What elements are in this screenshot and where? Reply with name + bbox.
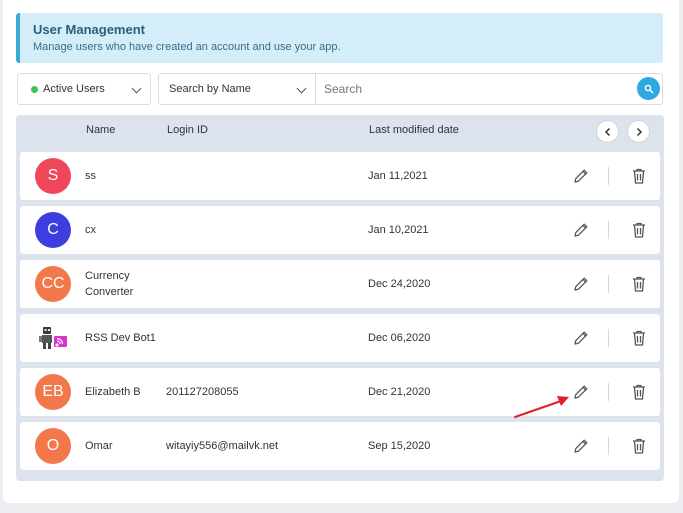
avatar: O (35, 428, 71, 464)
users-table: Name Login ID Last modified date S ss Ja… (16, 115, 664, 481)
prev-page-button[interactable] (596, 120, 619, 143)
user-name: RSS Dev Bot1 (85, 332, 156, 344)
search-by-label: Search by Name (169, 83, 251, 95)
last-modified-date: Sep 15,2020 (368, 440, 431, 452)
trash-icon (633, 330, 645, 346)
last-modified-date: Dec 21,2020 (368, 386, 431, 398)
edit-button[interactable] (570, 273, 592, 295)
edit-button[interactable] (570, 219, 592, 241)
chevron-down-icon (296, 83, 307, 94)
pencil-icon (574, 169, 588, 183)
user-login-id: 201127208055 (166, 386, 239, 398)
page-subtitle: Manage users who have created an account… (33, 41, 341, 53)
pencil-icon (574, 223, 588, 237)
table-row: CC Currency Converter Dec 24,2020 (20, 260, 660, 308)
table-row: C cx Jan 10,2021 (20, 206, 660, 254)
active-status-dot (31, 85, 38, 93)
search-input[interactable] (315, 73, 663, 105)
table-header: Name Login ID Last modified date (16, 115, 664, 147)
user-status-label: Active Users (43, 83, 105, 95)
avatar: C (35, 212, 71, 248)
delete-button[interactable] (628, 435, 650, 457)
search-icon (644, 84, 653, 93)
action-divider (608, 221, 609, 239)
delete-button[interactable] (628, 165, 650, 187)
edit-button[interactable] (570, 381, 592, 403)
user-name: Currency Converter (85, 270, 134, 298)
chevron-right-icon (636, 127, 642, 136)
user-status-dropdown[interactable]: Active Users (17, 73, 151, 105)
user-name: Elizabeth B (85, 386, 141, 398)
delete-button[interactable] (628, 381, 650, 403)
chevron-left-icon (604, 127, 610, 136)
action-divider (608, 275, 609, 293)
red-arrow-annotation (514, 396, 569, 418)
user-name: ss (85, 170, 96, 182)
next-page-button[interactable] (627, 120, 650, 143)
action-divider (608, 167, 609, 185)
search-by-dropdown[interactable]: Search by Name (158, 73, 316, 105)
table-row: O Omar witayiy556@mailvk.net Sep 15,2020 (20, 422, 660, 470)
pencil-icon (574, 439, 588, 453)
column-header-name: Name (86, 124, 116, 136)
delete-button[interactable] (628, 327, 650, 349)
avatar: EB (35, 374, 71, 410)
action-divider (608, 329, 609, 347)
user-name: Omar (85, 440, 113, 452)
info-banner: User Management Manage users who have cr… (16, 13, 663, 63)
column-header-modified: Last modified date (369, 124, 459, 136)
edit-button[interactable] (570, 165, 592, 187)
edit-button[interactable] (570, 435, 592, 457)
delete-button[interactable] (628, 219, 650, 241)
avatar: CC (35, 266, 71, 302)
edit-button[interactable] (570, 327, 592, 349)
trash-icon (633, 438, 645, 454)
pencil-icon (574, 331, 588, 345)
last-modified-date: Dec 06,2020 (368, 332, 431, 344)
search-button[interactable] (637, 77, 660, 100)
pencil-icon (574, 277, 588, 291)
page-title: User Management (33, 22, 145, 37)
avatar-initials: CC (41, 275, 65, 292)
action-divider (608, 383, 609, 401)
last-modified-date: Dec 24,2020 (368, 278, 431, 290)
last-modified-date: Jan 10,2021 (368, 224, 429, 236)
table-row: RSS Dev Bot1 Dec 06,2020 (20, 314, 660, 362)
trash-icon (633, 222, 645, 238)
avatar-initials: C (47, 221, 59, 238)
avatar-initials: EB (42, 383, 64, 400)
delete-button[interactable] (628, 273, 650, 295)
avatar: S (35, 158, 71, 194)
trash-icon (633, 276, 645, 292)
table-row: S ss Jan 11,2021 (20, 152, 660, 200)
column-header-login: Login ID (167, 124, 208, 136)
robot-icon (35, 320, 71, 356)
avatar-initials: S (47, 167, 59, 184)
trash-icon (633, 384, 645, 400)
user-login-id: witayiy556@mailvk.net (166, 440, 279, 452)
last-modified-date: Jan 11,2021 (368, 170, 428, 182)
chevron-down-icon (131, 83, 142, 94)
pencil-icon (574, 385, 588, 399)
avatar-initials: O (46, 437, 60, 454)
trash-icon (633, 168, 645, 184)
action-divider (608, 437, 609, 455)
user-name: cx (85, 224, 96, 236)
